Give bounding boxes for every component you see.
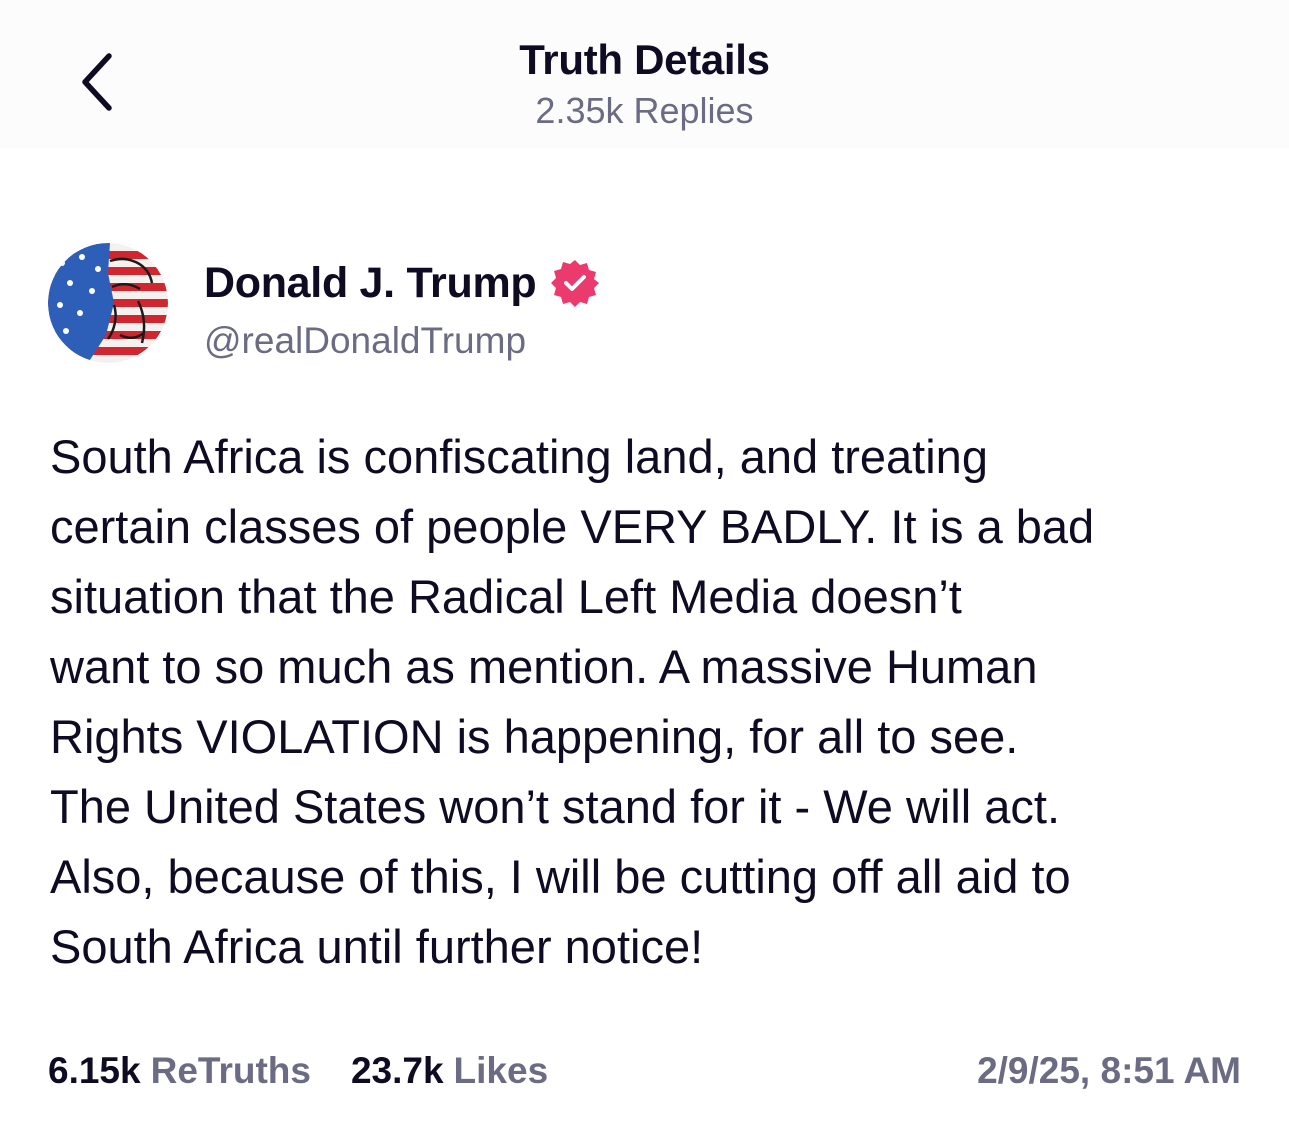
author-handle[interactable]: @realDonaldTrump [204,320,526,362]
retruths-label: ReTruths [150,1050,311,1091]
page-title: Truth Details [519,36,770,83]
likes-count: 23.7k [350,1050,444,1091]
retruths-count: 6.15k [48,1050,141,1091]
likes-stat[interactable]: 23.7k Likes [351,1050,548,1092]
post-text: South Africa is confiscating land, and t… [50,430,1095,973]
post-stats: 6.15k ReTruths 23.7k Likes [48,1050,548,1092]
avatar-image [48,243,168,363]
author-name-text: Donald J. Trump [204,258,537,307]
avatar[interactable] [48,243,168,363]
top-bar: Truth Details 2.35k Replies [0,0,1289,148]
post-timestamp: 2/9/25, 8:51 AM [977,1050,1241,1091]
retruths-stat[interactable]: 6.15k ReTruths [48,1050,311,1092]
author-name[interactable]: Donald J. Trump [204,258,600,308]
reply-count: 2.35k Replies [535,90,754,131]
likes-label: Likes [453,1050,549,1091]
verified-badge-icon [550,258,600,308]
